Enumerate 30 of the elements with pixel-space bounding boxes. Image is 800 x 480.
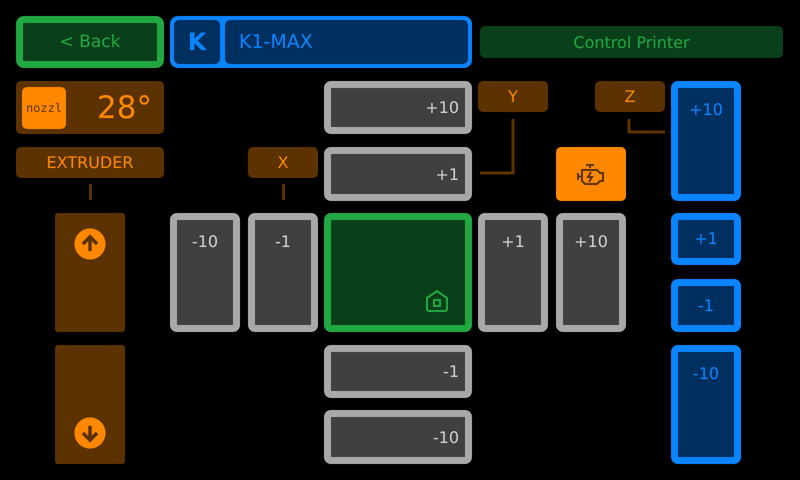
control-printer-button[interactable]: Control Printer: [480, 26, 783, 58]
y-jog-button[interactable]: -1: [324, 345, 472, 398]
logo-badge: K: [174, 20, 220, 64]
motor-button[interactable]: [556, 147, 626, 201]
y-jog-button[interactable]: -10: [324, 410, 472, 464]
leader-line: [628, 119, 665, 134]
engine-icon: [576, 162, 606, 186]
y-axis-label: Y: [478, 81, 548, 112]
y-jog-button[interactable]: +1: [324, 147, 472, 201]
extrude-button[interactable]: [55, 213, 125, 332]
leader-line: [480, 119, 514, 174]
x-jog-button[interactable]: +10: [556, 213, 626, 332]
y-jog-button[interactable]: +10: [324, 81, 472, 134]
printer-name: K1-MAX: [225, 20, 468, 64]
extruder-label: EXTRUDER: [16, 147, 164, 178]
extrude-button[interactable]: [55, 345, 125, 464]
home-icon: [425, 289, 449, 313]
nozzle-badge: nozzl: [22, 86, 66, 128]
x-jog-button[interactable]: -1: [248, 213, 318, 332]
x-jog-button[interactable]: -10: [170, 213, 240, 332]
z-jog-button[interactable]: -1: [671, 279, 741, 332]
back-button[interactable]: < Back: [16, 16, 164, 68]
temperature-reading: 28°: [97, 90, 153, 126]
x-axis-label: X: [248, 147, 318, 178]
x-jog-button[interactable]: +1: [478, 213, 548, 332]
z-jog-button[interactable]: -10: [671, 345, 741, 464]
z-jog-button[interactable]: +1: [671, 213, 741, 265]
home-button[interactable]: [324, 213, 472, 332]
z-jog-button[interactable]: +10: [671, 81, 741, 201]
z-axis-label: Z: [595, 81, 665, 112]
